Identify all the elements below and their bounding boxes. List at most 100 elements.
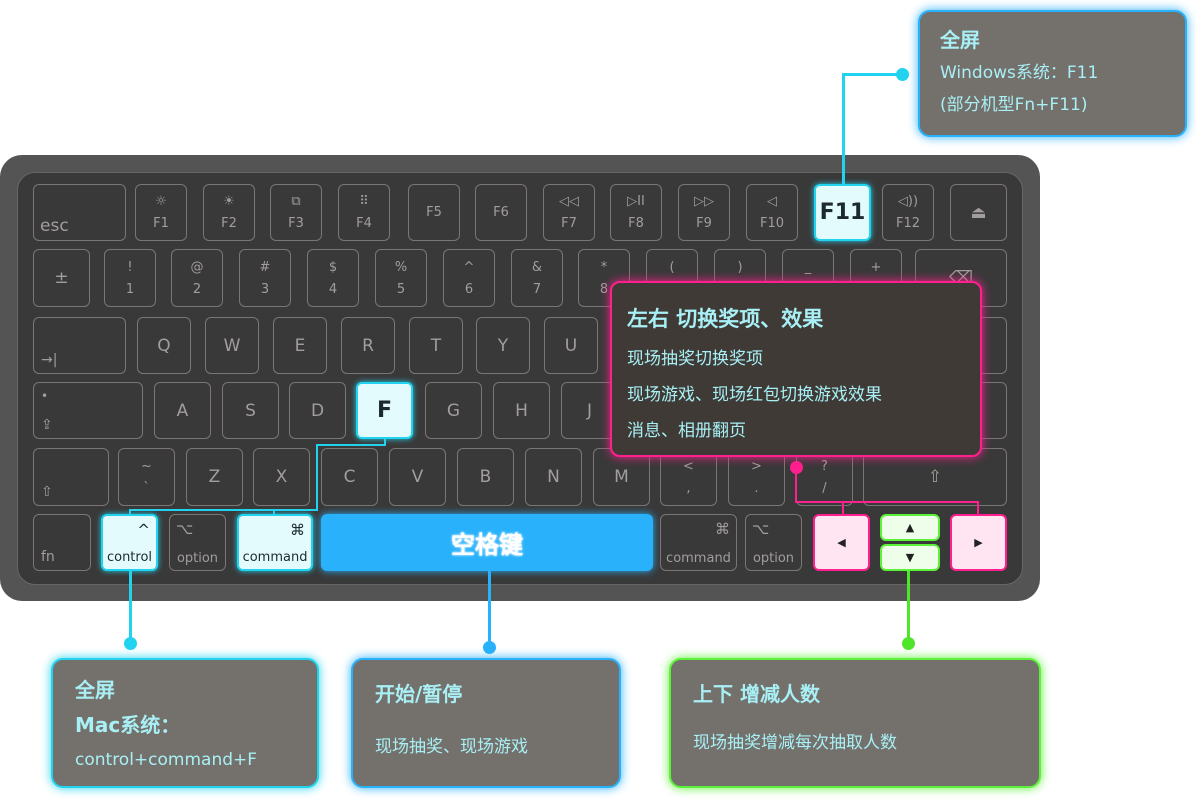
key-k28[interactable]: →| [33, 317, 126, 374]
key-f6[interactable]: F6 [475, 184, 527, 241]
key-b[interactable]: B [457, 448, 514, 506]
key-d[interactable]: D [289, 382, 346, 439]
key-g[interactable]: G [425, 382, 482, 439]
key-label: ▲ [905, 521, 915, 534]
key-y[interactable]: Y [476, 317, 530, 374]
key-secondary: ⌥ [176, 520, 194, 538]
fkey-icon: ▷II [627, 194, 645, 210]
updown-dot [902, 637, 915, 650]
updown-connector [907, 571, 910, 643]
key-control[interactable]: ^ control [101, 514, 158, 571]
f11-connector [842, 73, 902, 76]
key-k14[interactable]: ± [33, 249, 90, 307]
key-h[interactable]: H [493, 382, 550, 439]
key-f7[interactable]: ◁◁ F7 [543, 184, 595, 241]
key-command[interactable]: ⌘ command [237, 514, 313, 571]
key-label: F4 [356, 215, 372, 231]
space-key[interactable]: 空格键 [321, 514, 653, 571]
key-c[interactable]: C [321, 448, 378, 506]
leftright-connector [977, 501, 979, 514]
key-k56[interactable]: ~ ` [118, 448, 175, 506]
key-f10[interactable]: ◁ F10 [746, 184, 798, 241]
key-label: command [242, 550, 308, 565]
key-e[interactable]: E [273, 317, 327, 374]
key-f3[interactable]: ⧉ F3 [270, 184, 322, 241]
key-label: M [614, 467, 629, 487]
callout-line: (部分机型Fn+F11) [940, 95, 1088, 115]
fkey-icon: ▷▷ [694, 194, 714, 210]
key-label: option [176, 551, 219, 566]
mac-connector [129, 571, 132, 643]
updown-callout: 上下 增减人数 现场抽奖增减每次抽取人数 [669, 658, 1041, 788]
key-option[interactable]: ⌥ option [745, 514, 802, 571]
key-k78[interactable]: ▶ [950, 514, 1007, 571]
key-label: V [411, 467, 424, 487]
key-x[interactable]: X [253, 448, 310, 506]
key-secondary: < [683, 458, 694, 474]
fkey-icon: ⠿ [359, 194, 369, 210]
key-f1[interactable]: ☼ F1 [135, 184, 187, 241]
key-u[interactable]: U [544, 317, 598, 374]
key-4[interactable]: $4 [307, 249, 359, 307]
callout-title: 全屏 [75, 678, 115, 702]
key-2[interactable]: @2 [171, 249, 223, 307]
key-t[interactable]: T [409, 317, 463, 374]
key-secondary: ~ [141, 458, 152, 474]
key-k75[interactable]: ◀ [813, 514, 870, 571]
key-secondary: + [870, 259, 882, 275]
key-label: W [223, 335, 241, 356]
key-r[interactable]: R [341, 317, 395, 374]
key-label: T [430, 335, 442, 356]
mac-fullscreen-callout: 全屏 Mac系统： control+command+F [51, 658, 319, 788]
key-s[interactable]: S [222, 382, 279, 439]
key-k76[interactable]: ▲ [880, 514, 940, 541]
key-label: ⇧ [927, 467, 943, 487]
key-f4[interactable]: ⠿ F4 [338, 184, 390, 241]
key-secondary: ⌘ [290, 521, 305, 539]
key-secondary: * [600, 259, 608, 275]
callout-line: Windows系统：F11 [940, 63, 1099, 83]
key-v[interactable]: V [389, 448, 446, 506]
fkey-icon: ◁ [767, 194, 777, 210]
key-label: command [666, 551, 731, 566]
key-z[interactable]: Z [186, 448, 243, 506]
key-label: H [515, 400, 528, 421]
key-f12[interactable]: ◁)) F12 [882, 184, 934, 241]
key-f5[interactable]: F5 [408, 184, 460, 241]
key-f8[interactable]: ▷II F8 [610, 184, 662, 241]
callout-title: 上下 增减人数 [693, 682, 820, 706]
key-label: F5 [426, 205, 442, 220]
key-n[interactable]: N [525, 448, 582, 506]
key-label: fn [41, 549, 55, 565]
key-option[interactable]: ⌥ option [169, 514, 226, 571]
key-q[interactable]: Q [137, 317, 191, 374]
key-k77[interactable]: ▼ [880, 544, 940, 571]
key-k13[interactable]: ⏏ [950, 184, 1007, 241]
key-f11[interactable]: F11 [814, 184, 871, 241]
space-connector [488, 571, 491, 647]
key-f[interactable]: F [356, 382, 413, 439]
key-1[interactable]: ! 1 [104, 249, 156, 307]
key-label: Y [497, 335, 509, 356]
key-fn[interactable]: fn [33, 514, 91, 571]
key-w[interactable]: W [205, 317, 259, 374]
f11-dot [896, 68, 909, 81]
key-secondary: @ [190, 259, 204, 275]
key-f2[interactable]: ☀ F2 [203, 184, 255, 241]
key-label: ⏏ [970, 202, 987, 223]
key-label: F6 [493, 205, 509, 220]
key-secondary: ⌥ [752, 520, 770, 538]
key-7[interactable]: & 7 [511, 249, 563, 307]
key-esc[interactable]: esc [33, 184, 126, 241]
key-label: ± [54, 268, 69, 288]
key-label: Z [208, 467, 221, 487]
key-command[interactable]: ⌘ command [660, 514, 737, 571]
key-k42[interactable]: • ⇪ [33, 382, 143, 439]
key-k55[interactable]: ⇧ [33, 448, 109, 506]
key-6[interactable]: ^ 6 [443, 249, 495, 307]
key-a[interactable]: A [154, 382, 211, 439]
key-f9[interactable]: ▷▷ F9 [678, 184, 730, 241]
key-3[interactable]: #3 [239, 249, 291, 307]
key-5[interactable]: % 5 [375, 249, 427, 307]
key-secondary: > [751, 458, 762, 474]
